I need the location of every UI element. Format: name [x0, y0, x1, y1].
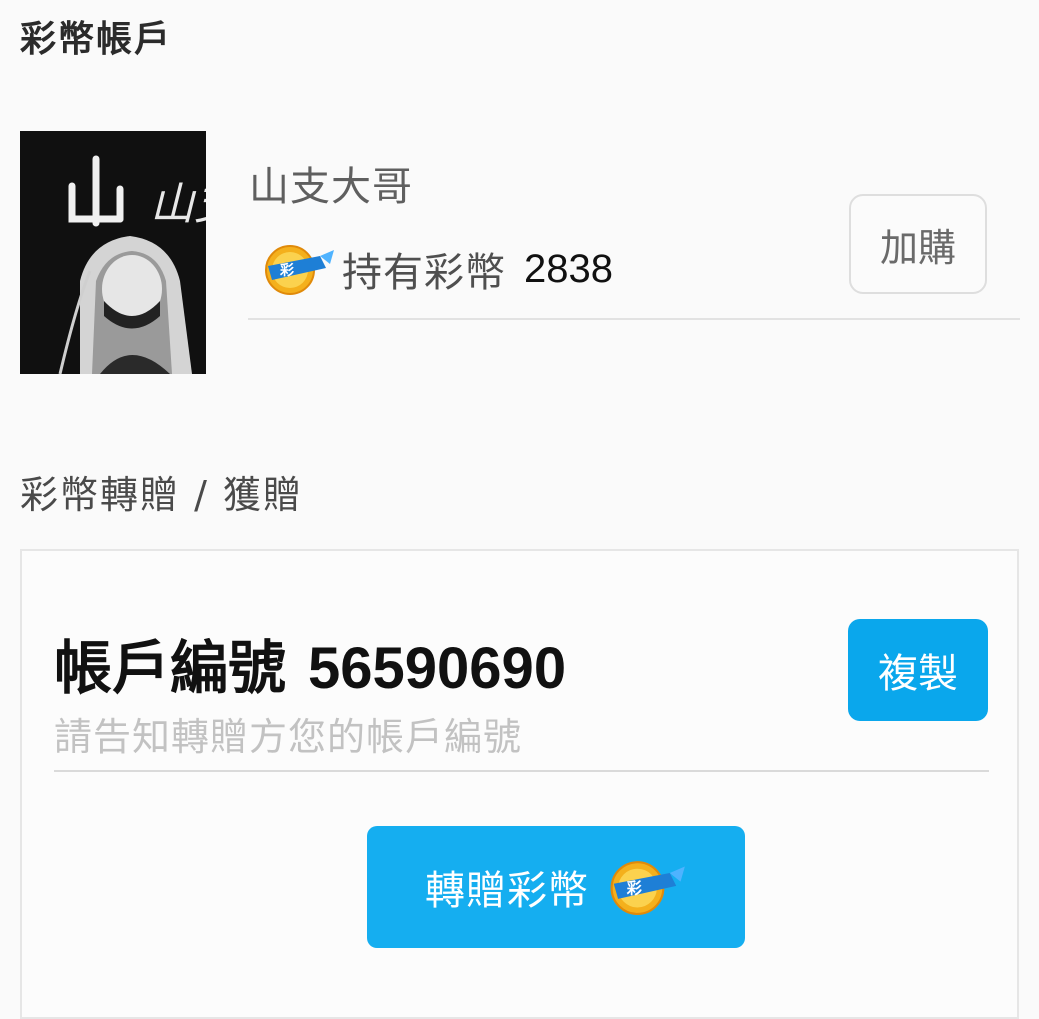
divider — [54, 770, 989, 772]
coin-count: 2838 — [524, 246, 613, 291]
svg-text:彩: 彩 — [279, 262, 294, 279]
page-title: 彩幣帳戶 — [20, 19, 173, 60]
user-name: 山支大哥 — [249, 164, 413, 210]
gift-coins-label: 轉贈彩幣 — [425, 868, 589, 914]
account-card: 帳戶編號 56590690 請告知轉贈方您的帳戶編號 複製 轉贈彩幣 彩 — [20, 549, 1019, 1019]
cai-coin-icon: 彩 — [258, 242, 336, 296]
avatar: 山支 — [20, 131, 243, 375]
account-number-title: 帳戶編號 56590690 — [54, 621, 566, 705]
divider — [248, 318, 1020, 320]
buy-coins-button[interactable]: 加購 — [849, 194, 987, 294]
transfer-heading: 彩幣轉贈 / 獲贈 — [20, 473, 303, 517]
account-label: 帳戶編號 — [54, 634, 287, 702]
coin-label: 持有彩幣 — [342, 250, 506, 296]
coin-balance: 彩 持有彩幣 2838 — [258, 237, 613, 301]
copy-button[interactable]: 複製 — [848, 619, 988, 721]
account-hint: 請告知轉贈方您的帳戶編號 — [54, 715, 523, 759]
gift-coins-button[interactable]: 轉贈彩幣 彩 — [367, 826, 745, 948]
svg-text:彩: 彩 — [626, 879, 643, 897]
avatar-logo-text: 山支 — [150, 179, 206, 230]
account-number: 56590690 — [308, 636, 567, 701]
cai-coin-icon: 彩 — [603, 857, 687, 917]
